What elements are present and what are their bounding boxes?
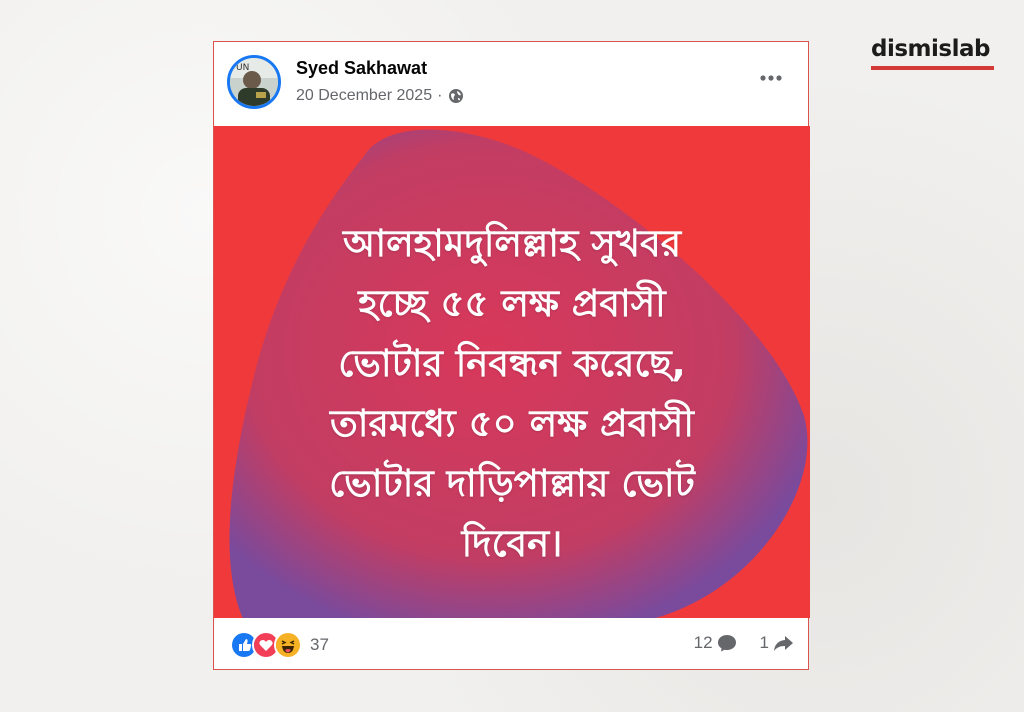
share-icon (774, 636, 793, 651)
avatar-photo: UN (230, 58, 278, 106)
post-date[interactable]: 20 December 2025 (296, 87, 432, 105)
haha-icon (274, 631, 302, 659)
comment-icon (717, 635, 736, 652)
meta-separator: · (437, 87, 443, 104)
shares-link[interactable]: 1 (760, 632, 794, 654)
logo-underline (871, 66, 994, 70)
reaction-count: 37 (310, 635, 329, 654)
post-footer: 37 12 1 (214, 618, 808, 670)
dismislab-logo: dismislab (871, 36, 990, 62)
post-text: আলহামদুলিল্লাহ সুখবর হচ্ছে ৫৫ লক্ষ প্রবা… (329, 222, 695, 565)
comment-count: 12 (693, 633, 713, 652)
svg-text:UN: UN (236, 63, 249, 73)
globe-icon (448, 88, 464, 104)
facebook-post-card: UN Syed Sakhawat 20 December 2025 · আলহা… (213, 41, 810, 670)
share-count: 1 (759, 633, 769, 652)
post-header: UN Syed Sakhawat 20 December 2025 · (214, 42, 808, 126)
author-name[interactable]: Syed Sakhawat (296, 58, 427, 79)
avatar[interactable]: UN (227, 55, 281, 109)
reactions[interactable]: 37 (230, 631, 329, 659)
more-options-icon[interactable] (758, 68, 784, 88)
engagement-stats: 12 1 (672, 632, 794, 654)
comments-link[interactable]: 12 (694, 632, 738, 654)
post-meta: 20 December 2025 · (296, 87, 464, 105)
post-background: আলহামদুলিল্লাহ সুখবর হচ্ছে ৫৫ লক্ষ প্রবা… (214, 126, 810, 618)
